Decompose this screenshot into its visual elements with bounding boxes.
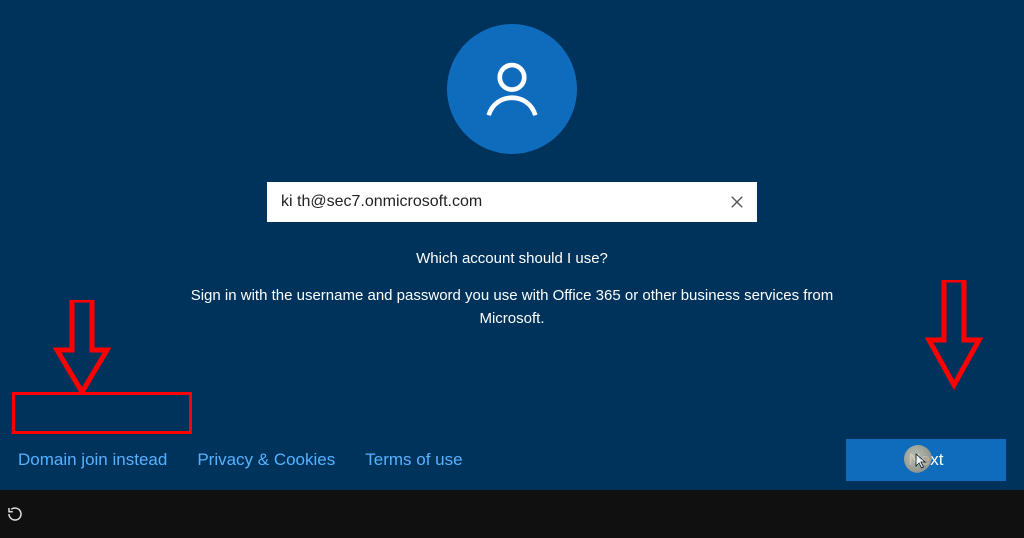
terms-of-use-link[interactable]: Terms of use bbox=[365, 450, 462, 470]
user-avatar-icon bbox=[447, 24, 577, 154]
account-prompt-heading: Which account should I use? bbox=[416, 250, 608, 267]
privacy-cookies-link[interactable]: Privacy & Cookies bbox=[197, 450, 335, 470]
ease-of-access-icon[interactable] bbox=[6, 505, 24, 523]
next-button[interactable]: Next bbox=[846, 439, 1006, 481]
oobe-signin-screen: Which account should I use? Sign in with… bbox=[0, 0, 1024, 490]
email-input-container bbox=[267, 182, 757, 222]
email-input[interactable] bbox=[281, 193, 727, 211]
annotation-highlight-domain-join bbox=[12, 392, 192, 434]
clear-input-icon[interactable] bbox=[727, 192, 747, 212]
bottom-link-row: Domain join instead Privacy & Cookies Te… bbox=[0, 430, 1024, 490]
account-prompt-subtext: Sign in with the username and password y… bbox=[187, 285, 837, 330]
domain-join-link[interactable]: Domain join instead bbox=[18, 450, 167, 470]
next-button-label: Next bbox=[909, 450, 944, 470]
annotation-arrow-left bbox=[52, 300, 112, 395]
taskbar bbox=[0, 490, 1024, 538]
annotation-arrow-right bbox=[924, 280, 984, 390]
